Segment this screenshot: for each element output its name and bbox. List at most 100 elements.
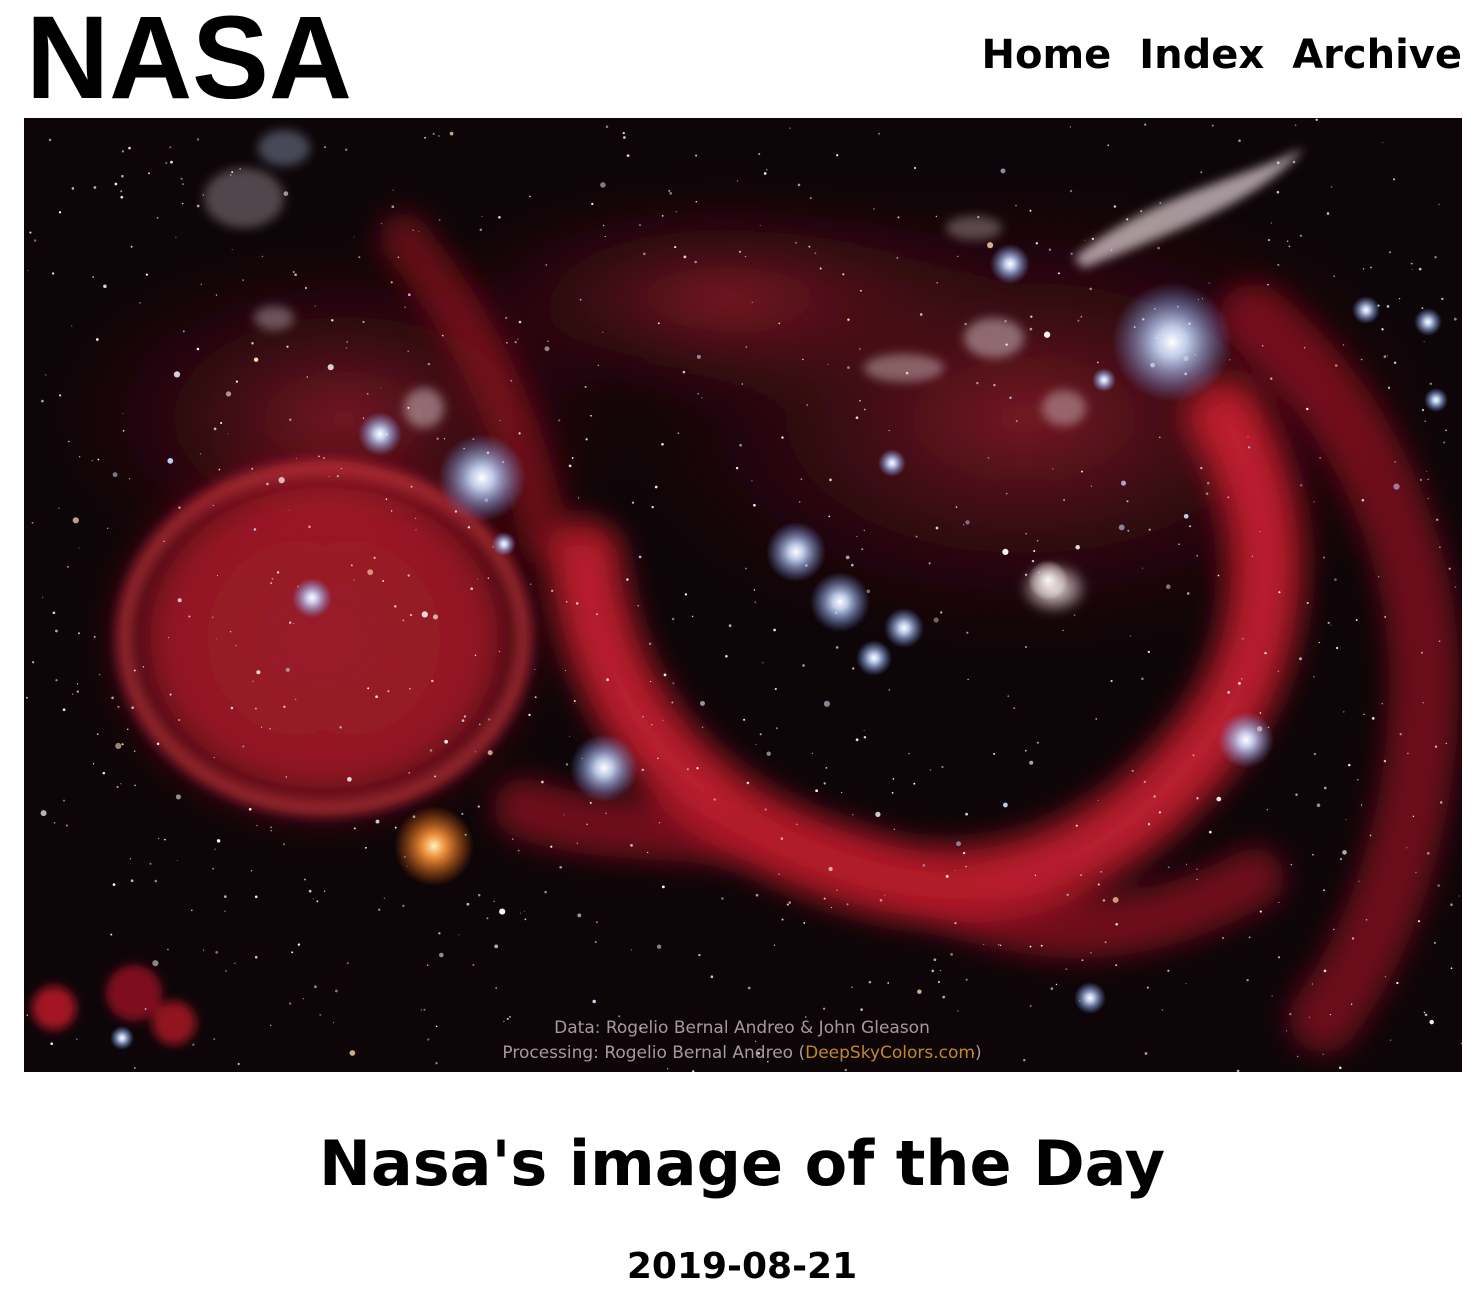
star: [1335, 646, 1339, 650]
star: [965, 978, 968, 981]
star: [199, 453, 202, 455]
star: [1100, 871, 1102, 873]
star: [626, 154, 630, 157]
star: [931, 969, 935, 973]
star: [741, 383, 743, 385]
star: [658, 822, 661, 824]
star: [950, 953, 953, 956]
star: [58, 507, 60, 509]
star: [1090, 952, 1092, 954]
star: [879, 898, 883, 902]
star: [270, 826, 272, 829]
lambda-orionis-star: [292, 578, 332, 618]
star: [1050, 987, 1054, 990]
star: [367, 687, 370, 690]
star: [304, 878, 306, 881]
star: [605, 812, 607, 815]
star: [751, 480, 753, 482]
star: [541, 780, 544, 784]
star: [364, 846, 367, 849]
star: [1227, 691, 1231, 694]
star: [407, 293, 411, 297]
star: [721, 897, 724, 900]
star: [202, 194, 204, 196]
nav-index-link[interactable]: Index: [1139, 30, 1264, 80]
star: [565, 601, 568, 603]
star: [1360, 358, 1363, 361]
star: [671, 617, 675, 621]
star: [67, 566, 69, 568]
star: [697, 392, 699, 395]
star: [754, 601, 756, 603]
star: [27, 269, 29, 271]
star: [339, 725, 342, 729]
star: [836, 154, 839, 157]
star: [212, 504, 214, 507]
nav-archive-link[interactable]: Archive: [1292, 30, 1462, 80]
star: [98, 673, 101, 676]
star: [1115, 964, 1118, 967]
star: [373, 556, 376, 560]
star: [29, 231, 32, 234]
star: [52, 611, 56, 615]
star: [181, 183, 184, 186]
star: [1386, 305, 1390, 308]
star: [1460, 1042, 1462, 1045]
star: [579, 298, 582, 301]
star: [78, 632, 80, 635]
star: [1313, 501, 1315, 503]
star: [1406, 847, 1408, 849]
star: [196, 138, 200, 141]
star: [435, 1062, 438, 1065]
nasa-logo[interactable]: NASA: [26, 0, 352, 124]
star: [408, 772, 410, 774]
star: [213, 427, 217, 431]
star: [256, 670, 261, 675]
star: [322, 456, 326, 460]
orion-nebula: [1028, 560, 1068, 600]
star: [288, 1002, 292, 1005]
star: [1424, 420, 1426, 422]
star: [939, 969, 942, 972]
star: [936, 282, 938, 284]
star: [1295, 793, 1298, 796]
betelgeuse-star: [394, 806, 474, 886]
star: [256, 824, 258, 827]
star: [1450, 903, 1453, 907]
star: [270, 582, 273, 585]
star: [1005, 343, 1008, 346]
image-of-the-day[interactable]: Data: Rogelio Bernal Andreo & John Gleas…: [24, 118, 1462, 1072]
star: [253, 528, 257, 531]
star: [568, 464, 572, 468]
star: [967, 678, 969, 681]
nav-home-link[interactable]: Home: [982, 30, 1112, 80]
star: [1183, 513, 1189, 519]
star: [695, 154, 698, 157]
star: [596, 921, 598, 923]
star: [648, 642, 652, 646]
star: [1080, 874, 1082, 876]
star: [230, 174, 232, 176]
star: [550, 845, 553, 848]
star: [78, 547, 80, 549]
star: [662, 719, 664, 721]
star: [394, 826, 397, 829]
star: [893, 828, 895, 830]
star: [33, 239, 37, 242]
star: [1369, 834, 1372, 837]
star: [1153, 795, 1156, 798]
star: [107, 527, 109, 529]
credit-link[interactable]: DeepSkyColors.com: [805, 1043, 975, 1063]
star: [1355, 619, 1358, 622]
star: [1306, 601, 1309, 605]
star: [1270, 222, 1272, 224]
star: [392, 189, 394, 191]
star: [789, 127, 791, 129]
star: [915, 535, 918, 538]
star: [1290, 863, 1293, 866]
star: [427, 362, 431, 366]
star: [1141, 567, 1143, 569]
star: [382, 579, 385, 583]
star: [1294, 124, 1297, 126]
star: [1158, 811, 1161, 814]
